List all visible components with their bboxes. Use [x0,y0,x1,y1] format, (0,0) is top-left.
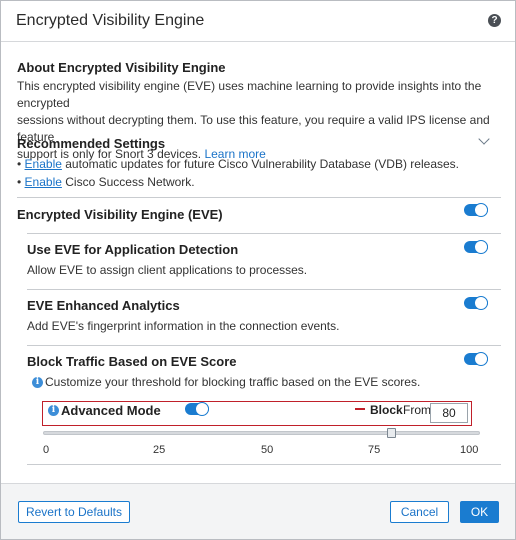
app-detection-description: Allow EVE to assign client applications … [27,263,308,277]
app-detection-label: Use EVE for Application Detection [27,242,239,257]
tick-label: 0 [43,444,50,456]
block-traffic-toggle[interactable] [464,352,488,366]
divider [27,289,501,290]
recommended-heading: Recommended Settings [17,136,166,151]
eve-label: Encrypted Visibility Engine (EVE) [17,207,223,222]
recommended-item-vdb: • Enable automatic updates for future Ci… [17,156,459,173]
cancel-button[interactable]: Cancel [390,501,449,523]
advanced-mode-toggle[interactable] [185,402,209,416]
dialog-header: Encrypted Visibility Engine ? [1,1,515,42]
slider-thumb[interactable] [387,428,396,438]
enhanced-analytics-toggle[interactable] [464,296,488,310]
enhanced-analytics-label: EVE Enhanced Analytics [27,298,180,313]
tick-label: 25 [153,444,166,456]
advanced-mode-label: Advanced Mode [61,403,161,418]
enable-success-network-link[interactable]: Enable [25,175,62,189]
divider [17,197,501,198]
info-icon: i [48,405,59,416]
tick-label: 75 [368,444,381,456]
recommended-item-success-network: • Enable Cisco Success Network. [17,174,195,191]
revert-to-defaults-button[interactable]: Revert to Defaults [18,501,130,523]
divider [27,233,501,234]
tick-label: 100 [460,444,479,456]
eve-toggle[interactable] [464,203,488,217]
slider-ticks: 0 25 50 75 100 [43,444,480,458]
app-detection-toggle[interactable] [464,240,488,254]
dialog-footer: Revert to Defaults Cancel OK [1,483,515,539]
ok-button[interactable]: OK [460,501,499,523]
tick-label: 50 [261,444,274,456]
block-traffic-info: Customize your threshold for blocking tr… [45,375,421,389]
eve-dialog: Encrypted Visibility Engine ? About Encr… [0,0,516,540]
info-icon: i [32,377,43,388]
enable-vdb-updates-link[interactable]: Enable [25,157,62,171]
block-label: Block [370,403,403,417]
question-circle-icon[interactable]: ? [488,14,501,27]
from-label: From [403,403,431,417]
divider [27,345,501,346]
about-heading: About Encrypted Visibility Engine [17,60,226,75]
enhanced-analytics-description: Add EVE's fingerprint information in the… [27,319,340,333]
dialog-title: Encrypted Visibility Engine [16,12,205,29]
block-traffic-label: Block Traffic Based on EVE Score [27,354,237,369]
bullet: • [17,157,22,171]
block-range-indicator [355,408,365,410]
bullet: • [17,175,22,189]
divider [27,464,501,465]
recommended-item-text: Cisco Success Network. [61,175,195,189]
about-line-1: This encrypted visibility engine (EVE) u… [17,79,482,110]
eve-score-slider[interactable] [43,428,480,438]
block-from-input[interactable] [430,403,468,423]
recommended-item-text: automatic updates for future Cisco Vulne… [61,157,459,171]
